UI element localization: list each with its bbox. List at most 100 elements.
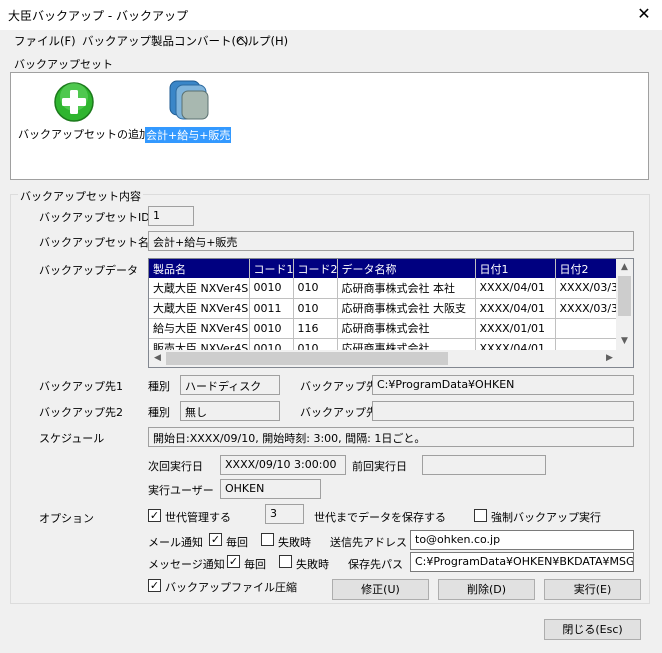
schedule-label: スケジュール: [39, 432, 105, 445]
scroll-left-icon[interactable]: ◀: [149, 350, 166, 367]
table-cell: 0011: [249, 298, 294, 319]
next-run-field: XXXX/09/10 3:00:00: [220, 455, 346, 475]
run-user-field: OHKEN: [220, 479, 321, 499]
message-every-label: 毎回: [244, 558, 266, 571]
edit-button[interactable]: 修正(U): [332, 579, 429, 600]
generation-count-field: 3: [265, 504, 304, 524]
column-header[interactable]: コード1: [249, 259, 294, 278]
backup-set-list: バックアップセットの追加 会計+給与+販売: [10, 72, 649, 180]
close-button[interactable]: 閉じる(Esc): [544, 619, 641, 640]
menu-bar: ファイル(F) バックアップ製品コンバート(C) ヘルプ(H): [0, 30, 662, 52]
table-row[interactable]: 給与大臣 NXVer4S 0010 116 応研商事株式会社 XXXX/01/0…: [149, 318, 618, 339]
vertical-scroll-thumb[interactable]: [618, 276, 631, 316]
scroll-right-icon[interactable]: ▶: [601, 350, 618, 367]
table-cell: XXXX/01/01: [475, 318, 556, 339]
backup-set-item-label: 会計+給与+販売: [145, 127, 232, 143]
dest2-label: バックアップ先2: [39, 406, 123, 419]
backup-set-id-label: バックアップセットID: [39, 211, 150, 224]
table-cell: XXXX/04/01: [475, 278, 556, 299]
table-cell: 116: [293, 318, 338, 339]
dest2-type-label: 種別: [148, 406, 170, 419]
next-run-label: 次回実行日: [148, 460, 203, 473]
detail-group-title: バックアップセット内容: [18, 188, 143, 204]
menu-file[interactable]: ファイル(F): [14, 33, 76, 49]
table-cell: 010: [293, 298, 338, 319]
table-cell: XXXX/03/31: [555, 298, 618, 319]
prev-run-label: 前回実行日: [352, 460, 407, 473]
backup-set-icon: [169, 80, 209, 120]
message-fail-label: 失敗時: [296, 558, 329, 571]
horizontal-scrollbar[interactable]: ◀ ▶: [149, 350, 633, 367]
mail-fail-checkbox[interactable]: [261, 533, 274, 546]
backup-set-id-field: 1: [148, 206, 194, 226]
column-header[interactable]: 製品名: [149, 259, 250, 278]
force-backup-label: 強制バックアップ実行: [491, 511, 601, 524]
backup-set-section-title: バックアップセット: [14, 58, 113, 71]
backup-data-table: 製品名 コード1 コード2 データ名称 日付1 日付2 大蔵大臣 NXVer4S…: [149, 259, 618, 359]
prev-run-field: [422, 455, 546, 475]
table-cell: 0010: [249, 318, 294, 339]
table-row[interactable]: 大蔵大臣 NXVer4S 0010 010 応研商事株式会社 本社 XXXX/0…: [149, 278, 618, 299]
schedule-field: 開始日:XXXX/09/10, 開始時刻: 3:00, 間隔: 1日ごと。: [148, 427, 634, 447]
title-bar: 大臣バックアップ - バックアップ ✕: [0, 0, 662, 30]
table-row[interactable]: 大蔵大臣 NXVer4S 0011 010 応研商事株式会社 大阪支 XXXX/…: [149, 298, 618, 319]
add-circle-icon: [54, 82, 94, 122]
menu-convert[interactable]: バックアップ製品コンバート(C): [82, 33, 249, 49]
table-cell: 応研商事株式会社 本社: [337, 278, 476, 299]
table-cell: 010: [293, 278, 338, 299]
close-window-button[interactable]: ✕: [634, 4, 654, 24]
table-cell: [555, 318, 618, 339]
options-label: オプション: [39, 512, 94, 525]
message-path-field[interactable]: C:¥ProgramData¥OHKEN¥BKDATA¥MSG: [410, 552, 634, 572]
horizontal-scroll-thumb[interactable]: [166, 352, 448, 365]
dest2-path-field: [372, 401, 634, 421]
table-cell: XXXX/04/01: [475, 298, 556, 319]
dest1-type-label: 種別: [148, 380, 170, 393]
table-cell: 大蔵大臣 NXVer4S: [149, 278, 250, 299]
table-cell: 0010: [249, 278, 294, 299]
mail-address-label: 送信先アドレス: [330, 536, 407, 549]
mail-fail-label: 失敗時: [278, 536, 311, 549]
run-user-label: 実行ユーザー: [148, 484, 214, 497]
menu-help[interactable]: ヘルプ(H): [236, 33, 288, 49]
generation-suffix: 世代までデータを保存する: [314, 511, 446, 524]
dest1-path-label: バックアップ先: [300, 380, 377, 393]
mail-every-label: 毎回: [226, 536, 248, 549]
compress-label: バックアップファイル圧縮: [165, 581, 297, 594]
table-cell: 給与大臣 NXVer4S: [149, 318, 250, 339]
table-cell: XXXX/03/31: [555, 278, 618, 299]
dest1-path-field: C:¥ProgramData¥OHKEN: [372, 375, 634, 395]
delete-button[interactable]: 削除(D): [438, 579, 535, 600]
backup-set-name-label: バックアップセット名称: [39, 236, 160, 249]
backup-set-item-selected[interactable]: 会計+給与+販売: [141, 77, 241, 145]
column-header[interactable]: コード2: [293, 259, 338, 278]
column-header[interactable]: 日付2: [555, 259, 618, 278]
table-cell: 大蔵大臣 NXVer4S: [149, 298, 250, 319]
mail-every-checkbox[interactable]: ✓: [209, 533, 222, 546]
dest1-label: バックアップ先1: [39, 380, 123, 393]
generation-checkbox[interactable]: ✓: [148, 509, 161, 522]
message-fail-checkbox[interactable]: [279, 555, 292, 568]
scroll-up-icon[interactable]: ▲: [616, 259, 633, 276]
backup-data-label: バックアップデータ: [39, 264, 138, 277]
column-header[interactable]: データ名称: [337, 259, 476, 278]
mail-address-field[interactable]: to@ohken.co.jp: [410, 530, 634, 550]
message-path-label: 保存先パス: [348, 558, 403, 571]
backup-data-grid[interactable]: 製品名 コード1 コード2 データ名称 日付1 日付2 大蔵大臣 NXVer4S…: [148, 258, 634, 368]
scroll-down-icon[interactable]: ▼: [616, 333, 633, 350]
compress-checkbox[interactable]: ✓: [148, 579, 161, 592]
column-header[interactable]: 日付1: [475, 259, 556, 278]
table-cell: 応研商事株式会社: [337, 318, 476, 339]
add-backup-set-item[interactable]: バックアップセットの追加: [13, 81, 150, 145]
vertical-scrollbar[interactable]: ▲ ▼: [616, 259, 633, 350]
window-title: 大臣バックアップ - バックアップ: [8, 9, 188, 23]
dest2-path-label: バックアップ先: [300, 406, 377, 419]
dest1-type-field: ハードディスク: [180, 375, 280, 395]
table-header-row: 製品名 コード1 コード2 データ名称 日付1 日付2: [149, 259, 618, 278]
message-every-checkbox[interactable]: ✓: [227, 555, 240, 568]
generation-label: 世代管理する: [165, 511, 231, 524]
run-button[interactable]: 実行(E): [544, 579, 641, 600]
force-backup-checkbox[interactable]: [474, 509, 487, 522]
mail-notify-label: メール通知: [148, 536, 203, 549]
dest2-type-field: 無し: [180, 401, 280, 421]
